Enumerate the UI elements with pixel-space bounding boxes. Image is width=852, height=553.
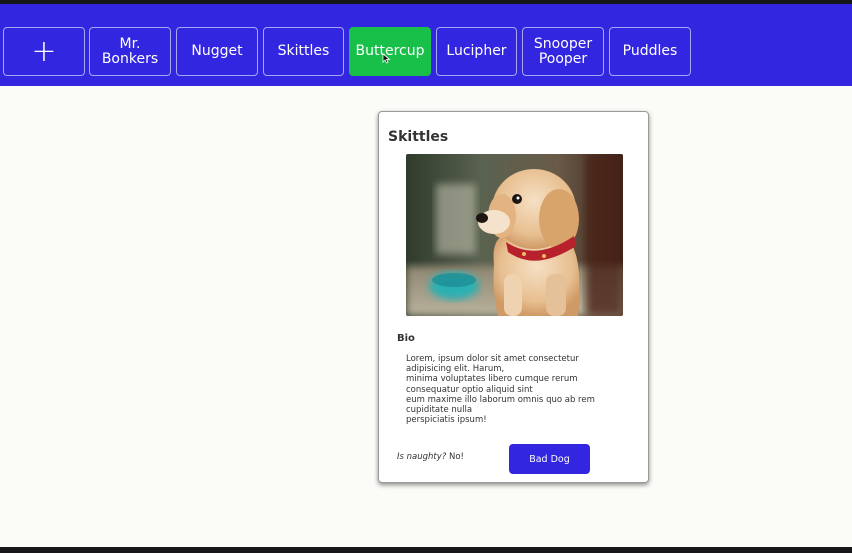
pet-navbar: + Mr. Bonkers Nugget Skittles Buttercup … (0, 4, 852, 86)
add-pet-button[interactable]: + (3, 27, 85, 76)
pet-tab-puddles[interactable]: Puddles (609, 27, 691, 76)
naughty-status: Is naughty? No! (397, 452, 464, 462)
bio-text: Lorem, ipsum dolor sit amet consectetur … (406, 354, 595, 426)
pet-tab-nugget[interactable]: Nugget (176, 27, 258, 76)
pet-tab-label: Puddles (622, 43, 678, 59)
window-bottom-border (0, 547, 852, 553)
pet-tab-label: Lucipher (446, 43, 507, 59)
pet-tab-label: Mr. Bonkers (101, 35, 159, 67)
bad-dog-button[interactable]: Bad Dog (509, 444, 590, 474)
pet-tab-snooper-pooper[interactable]: Snooper Pooper (522, 27, 604, 76)
pet-tab-mr-bonkers[interactable]: Mr. Bonkers (89, 27, 171, 76)
naughty-label: Is naughty? (397, 452, 447, 462)
plus-icon: + (31, 34, 57, 69)
pet-tab-lucipher[interactable]: Lucipher (436, 27, 517, 76)
pet-tab-label: Nugget (191, 43, 243, 59)
pet-name-title: Skittles (388, 129, 449, 145)
pet-tab-buttercup[interactable]: Buttercup (349, 27, 431, 76)
pet-photo (406, 154, 623, 316)
naughty-value: No! (448, 452, 464, 462)
pet-tab-label: Snooper Pooper (533, 35, 593, 67)
pet-tab-skittles[interactable]: Skittles (263, 27, 344, 76)
bio-heading: Bio (397, 333, 415, 344)
pet-tab-label: Skittles (277, 43, 330, 59)
pet-card: Skittles Bio Lorem, ipsum dolor sit amet… (378, 111, 649, 483)
mouse-pointer-icon (382, 53, 391, 64)
